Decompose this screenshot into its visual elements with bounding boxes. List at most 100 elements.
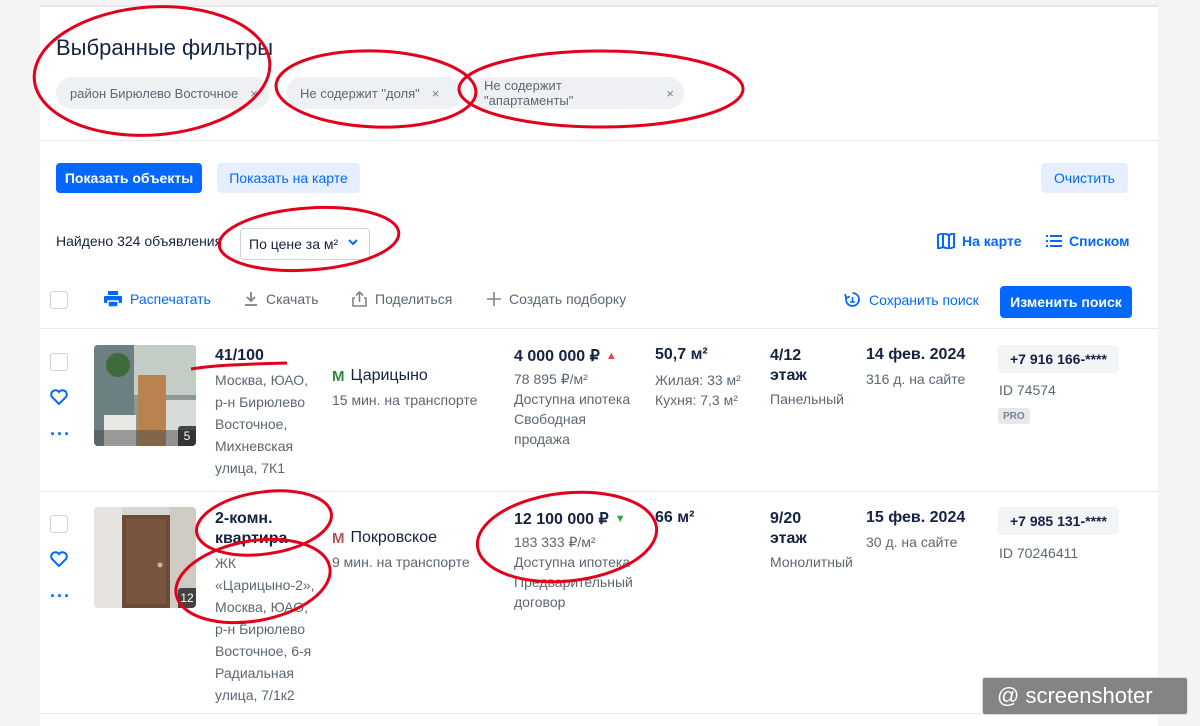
view-list-label: Списком [1069, 233, 1130, 249]
listing-address: Москва, ЮАО, р-н Бирюлево Восточное, Мих… [215, 372, 309, 476]
listing-area: 50,7 м² [655, 346, 708, 363]
metro-station[interactable]: M Покровское [332, 529, 437, 547]
edit-search-button[interactable]: Изменить поиск [1000, 286, 1132, 318]
listing-checkbox[interactable] [50, 515, 68, 533]
listing-date: 15 фев. 2024 [866, 509, 966, 526]
metro-icon: M [332, 529, 345, 547]
listing-id: ID 70246411 [999, 545, 1079, 561]
mortgage-info: Доступна ипотека [514, 554, 631, 570]
view-on-map-link[interactable]: На карте [937, 233, 1022, 249]
sort-select-value: По цене за м² [249, 236, 339, 252]
screenshoter-watermark: @ screenshoter [982, 677, 1188, 715]
filter-chip-district[interactable]: район Бирюлево Восточное × [56, 77, 270, 109]
sale-type: Предварительный договор [514, 574, 633, 610]
listing-price-details: 183 333 ₽/м² Доступна ипотека Предварите… [514, 532, 644, 612]
floor-label: этаж [770, 367, 807, 384]
top-divider [40, 5, 1158, 7]
sale-type: Свободная продажа [514, 411, 586, 447]
photo-count-badge: 5 [178, 426, 196, 446]
floor-value: 9/20 [770, 510, 802, 527]
share-label: Поделиться [375, 291, 453, 307]
price-up-icon: ▲ [605, 350, 617, 362]
metro-time: 9 мин. на транспорте [332, 554, 470, 570]
clear-button[interactable]: Очистить [1041, 163, 1128, 193]
download-icon [245, 292, 257, 306]
search-results-panel: Выбранные фильтры район Бирюлево Восточн… [40, 5, 1158, 726]
kitchen-area: Кухня: 7,3 м² [655, 392, 738, 408]
listing-floor: 4/12 этаж [770, 346, 807, 386]
listing-price-details: 78 895 ₽/м² Доступна ипотека Свободная п… [514, 369, 644, 449]
days-on-site: 316 д. на сайте [866, 371, 966, 387]
price-down-icon: ▼ [614, 513, 626, 525]
listing-title[interactable]: 2-комн. квартира [215, 509, 325, 549]
filter-chip-label: Не содержит "доля" [300, 85, 420, 101]
download-label: Скачать [266, 291, 319, 307]
printer-icon [104, 291, 122, 307]
listing-photo[interactable]: 5 [94, 345, 196, 446]
download-button[interactable]: Скачать [244, 291, 319, 307]
select-all-checkbox[interactable] [50, 291, 68, 309]
pro-badge: PRO [998, 408, 1030, 424]
floor-label: этаж [770, 530, 807, 547]
listing-title[interactable]: 41/100 [215, 346, 264, 366]
create-selection-button[interactable]: Создать подборку [487, 291, 626, 307]
listing-photo[interactable]: 12 [94, 507, 196, 608]
metro-station-name: Царицыно [350, 367, 428, 384]
floor-value: 4/12 [770, 347, 802, 364]
metro-time: 15 мин. на транспорте [332, 392, 478, 408]
share-icon [352, 291, 367, 307]
list-icon [1046, 235, 1062, 247]
metro-station[interactable]: M Царицыно [332, 367, 428, 385]
metro-icon: M [332, 367, 345, 385]
heart-icon[interactable] [50, 551, 68, 567]
share-button[interactable]: Поделиться [352, 291, 452, 307]
filter-chip-label: район Бирюлево Восточное [70, 85, 239, 101]
listing-price-value: 12 100 000 ₽ [514, 511, 609, 528]
save-search-button[interactable]: Сохранить поиск [844, 291, 979, 308]
print-label: Распечатать [130, 291, 211, 307]
photo-count-badge: 12 [178, 588, 196, 608]
price-per-meter: 78 895 ₽/м² [514, 371, 588, 387]
listing-area-details: Жилая: 33 м² Кухня: 7,3 м² [655, 370, 741, 410]
listing-date: 14 фев. 2024 [866, 346, 966, 363]
close-icon[interactable]: × [666, 86, 674, 101]
filter-chip-no-apartments[interactable]: Не содержит "апартаменты" × [470, 77, 684, 109]
plus-icon [487, 292, 501, 306]
view-list-link[interactable]: Списком [1046, 233, 1130, 249]
building-type: Монолитный [770, 554, 853, 570]
bell-refresh-icon [844, 292, 860, 307]
heart-icon[interactable] [50, 389, 68, 405]
listing-price: 12 100 000 ₽ ▼ [514, 509, 626, 529]
show-on-map-button[interactable]: Показать на карте [217, 163, 360, 193]
filters-divider [40, 140, 1158, 141]
row-divider [40, 328, 1158, 329]
filter-chip-no-share[interactable]: Не содержит "доля" × [286, 77, 462, 109]
close-icon[interactable]: × [432, 86, 440, 101]
listing-checkbox[interactable] [50, 353, 68, 371]
listing-floor: 9/20 этаж [770, 509, 807, 549]
save-search-label: Сохранить поиск [869, 291, 979, 308]
price-per-meter: 183 333 ₽/м² [514, 534, 596, 550]
filters-title: Выбранные фильтры [56, 35, 274, 60]
building-type: Панельный [770, 391, 844, 407]
sort-select[interactable]: По цене за м² [240, 228, 370, 260]
metro-station-name: Покровское [350, 529, 438, 546]
listing-price: 4 000 000 ₽ ▲ [514, 346, 617, 366]
close-icon[interactable]: × [250, 86, 258, 101]
mortgage-info: Доступна ипотека [514, 391, 631, 407]
map-icon [937, 233, 955, 249]
show-objects-button[interactable]: Показать объекты [56, 163, 202, 193]
print-button[interactable]: Распечатать [104, 291, 211, 307]
results-count: Найдено 324 объявления [56, 233, 223, 249]
listing-price-value: 4 000 000 ₽ [514, 348, 600, 365]
show-phone-button[interactable]: +7 916 166-**** [998, 345, 1119, 373]
listing-address: ЖК «Царицыно-2», Москва, ЮАО, р-н Бирюле… [215, 555, 315, 703]
more-options-icon[interactable]: ··· [50, 425, 71, 443]
living-area: Жилая: 33 м² [655, 372, 741, 388]
more-options-icon[interactable]: ··· [50, 587, 71, 605]
create-selection-label: Создать подборку [509, 291, 627, 307]
show-phone-button[interactable]: +7 985 131-**** [998, 507, 1119, 535]
row-divider [40, 491, 1158, 492]
days-on-site: 30 д. на сайте [866, 534, 958, 550]
chevron-down-icon [348, 239, 358, 246]
